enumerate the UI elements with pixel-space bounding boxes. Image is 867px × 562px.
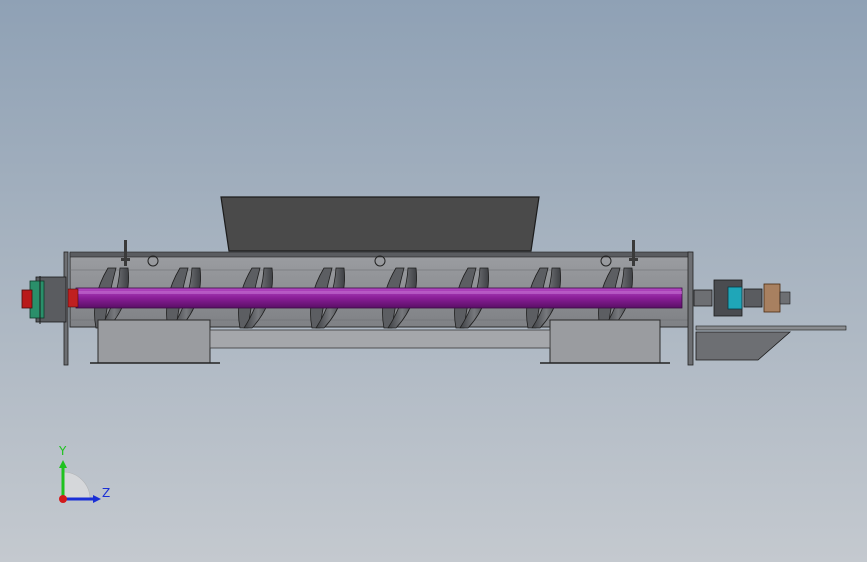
right-end-plate xyxy=(687,251,694,366)
support-leg-right xyxy=(540,319,670,364)
triad-z-arrowhead xyxy=(93,495,101,503)
triad-y-arrowhead xyxy=(59,460,67,468)
cad-viewport[interactable]: Y Z xyxy=(0,0,867,562)
right-drive-assembly xyxy=(693,279,791,317)
orientation-triad: Y Z xyxy=(58,444,110,503)
support-leg-left xyxy=(90,319,220,364)
triad-quarter-arc xyxy=(62,471,91,500)
bottom-trough-channel xyxy=(209,329,551,349)
inlet-hopper xyxy=(220,196,540,252)
drive-base-plate xyxy=(695,325,847,361)
screw-shaft xyxy=(75,287,683,309)
triad-z-label: Z xyxy=(102,486,110,500)
triad-origin xyxy=(59,495,67,503)
triad-y-label: Y xyxy=(58,444,67,458)
